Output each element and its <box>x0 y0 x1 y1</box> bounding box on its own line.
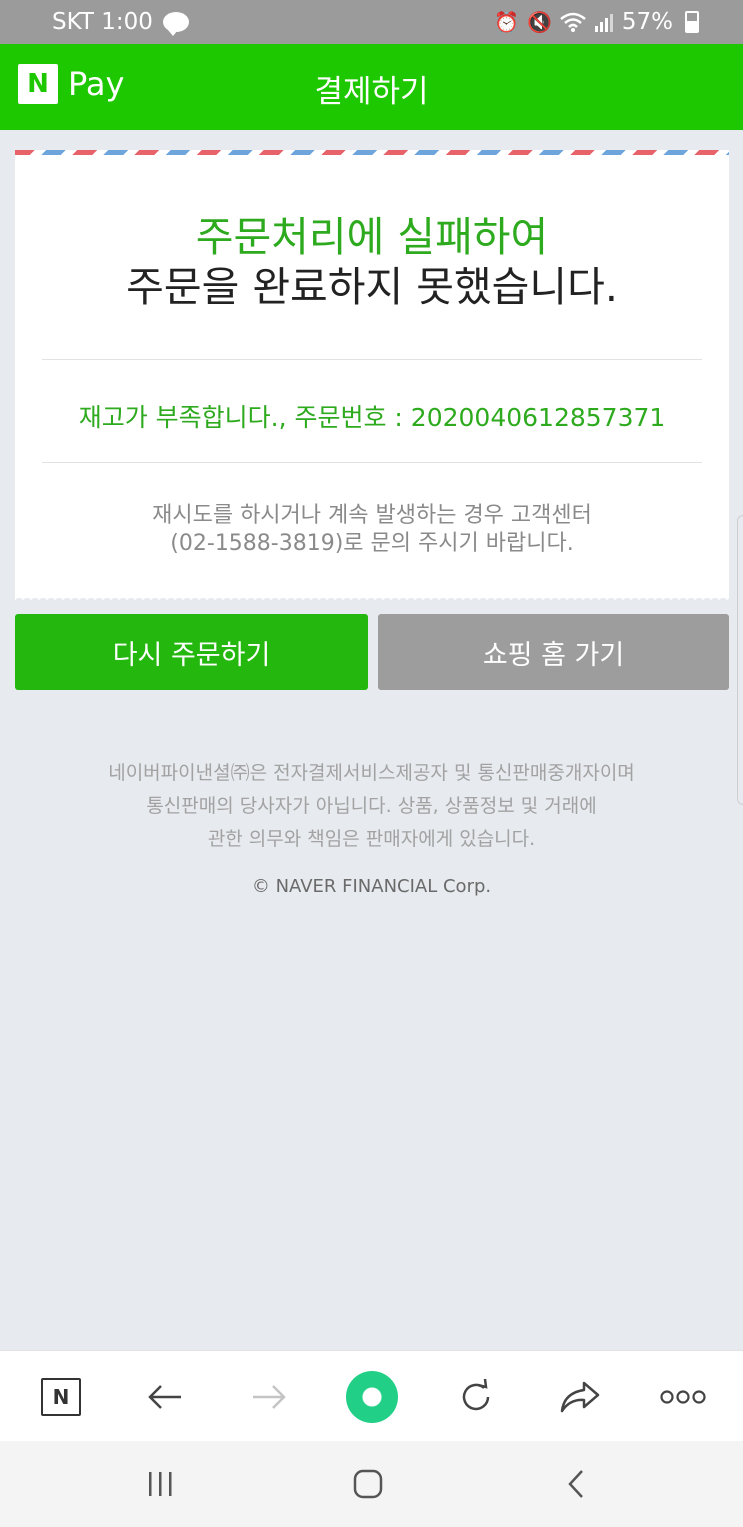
headline-line1: 주문처리에 실패하여 <box>195 213 549 261</box>
system-back-button[interactable] <box>536 1441 616 1527</box>
failure-reason: 재고가 부족합니다., 주문번호 : 2020040612857371 <box>78 403 666 432</box>
airmail-border <box>15 150 729 155</box>
notice-line1: 재시도를 하시거나 계속 발생하는 경우 고객센터 <box>152 503 592 528</box>
green-dot-icon <box>346 1370 398 1423</box>
legal-line3: 관한 의무와 책임은 판매자에게 있습니다. <box>207 828 536 850</box>
recent-apps-button[interactable] <box>120 1441 200 1527</box>
scroll-indicator[interactable] <box>737 515 743 805</box>
naver-home-button[interactable]: N <box>26 1351 96 1442</box>
legal-line1: 네이버파이낸셜㈜은 전자결제서비스제공자 및 통신판매중개자이며 <box>108 762 635 784</box>
carrier-time: SKT 1:00 <box>52 9 153 35</box>
reload-button[interactable] <box>441 1351 511 1442</box>
copyright: © NAVER FINANCIAL Corp. <box>251 876 492 897</box>
share-icon <box>560 1381 600 1412</box>
more-icon <box>660 1389 706 1404</box>
app-header: N Pay 결제하기 <box>0 44 743 130</box>
back-button[interactable] <box>130 1351 200 1442</box>
home-button[interactable] <box>328 1441 408 1527</box>
result-card: 주문처리에 실패하여 주문을 완료하지 못했습니다. 재고가 부족합니다., 주… <box>15 150 729 604</box>
zigzag-edge <box>15 596 729 604</box>
kakaotalk-icon <box>162 12 189 36</box>
alarm-icon: ⏰ <box>494 10 519 34</box>
status-bar: SKT 1:00 ⏰ 🔇 57% <box>0 0 743 44</box>
wifi-icon <box>560 12 586 32</box>
mute-icon: 🔇 <box>526 10 552 34</box>
system-back-icon <box>568 1470 583 1498</box>
retry-order-button[interactable]: 다시 주문하기 <box>15 614 368 690</box>
page-title: 결제하기 <box>314 74 429 110</box>
legal-line2: 통신판매의 당사자가 아닙니다. 상품, 상품정보 및 거래에 <box>146 795 597 817</box>
green-dot-button[interactable] <box>337 1351 407 1442</box>
support-notice: 재시도를 하시거나 계속 발생하는 경우 고객센터 (02-1588-3819)… <box>15 502 729 558</box>
naver-icon: N <box>41 1377 81 1416</box>
more-button[interactable] <box>648 1351 718 1442</box>
home-icon <box>353 1469 383 1499</box>
reload-icon <box>462 1378 490 1410</box>
shopping-home-button[interactable]: 쇼핑 홈 가기 <box>378 614 729 690</box>
system-nav-bar <box>0 1441 743 1527</box>
back-arrow-icon <box>148 1384 181 1409</box>
battery-icon <box>685 11 699 33</box>
forward-arrow-icon <box>253 1384 286 1409</box>
result-headline: 주문처리에 실패하여 주문을 완료하지 못했습니다. <box>15 212 729 312</box>
browser-toolbar: N <box>0 1350 743 1441</box>
share-button[interactable] <box>545 1351 615 1442</box>
recent-apps-icon <box>149 1472 172 1496</box>
headline-line2: 주문을 완료하지 못했습니다. <box>126 263 618 311</box>
divider <box>42 359 702 360</box>
forward-button[interactable] <box>234 1351 304 1442</box>
signal-icon <box>594 14 613 32</box>
legal-notice: 네이버파이낸셜㈜은 전자결제서비스제공자 및 통신판매중개자이며 통신판매의 당… <box>0 757 743 856</box>
divider <box>42 462 702 463</box>
notice-line2: (02-1588-3819)로 문의 주시기 바랍니다. <box>170 531 574 556</box>
battery-percent: 57% <box>621 9 673 35</box>
